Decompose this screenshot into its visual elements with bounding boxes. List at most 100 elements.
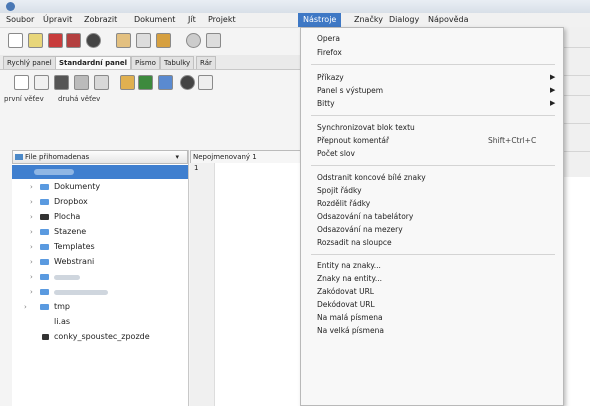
folder-icon bbox=[40, 184, 49, 190]
submenu-arrow-icon: ▶ bbox=[550, 99, 556, 107]
expand-arrow-icon[interactable]: › bbox=[30, 210, 33, 224]
menu-projekt[interactable]: Projekt bbox=[208, 15, 236, 24]
new-file-icon[interactable] bbox=[8, 33, 23, 48]
menu-item-znaky-na-entity[interactable]: Znaky na entity... bbox=[317, 274, 382, 283]
document-tab[interactable]: Nepojmenovaný 1 bbox=[190, 150, 304, 163]
image-icon[interactable] bbox=[138, 75, 153, 90]
menu-zobrazit[interactable]: Zobrazit bbox=[84, 15, 117, 24]
menu-item-prikazy[interactable]: Příkazy bbox=[317, 73, 344, 82]
tree-item-plocha[interactable]: › Plocha bbox=[12, 210, 188, 224]
menu-dialogy[interactable]: Dialogy bbox=[389, 15, 419, 24]
menu-item-spojit-radky[interactable]: Spojit řádky bbox=[317, 186, 362, 195]
menu-upravit[interactable]: Úpravit bbox=[43, 15, 72, 24]
tab-rar[interactable]: Rár bbox=[196, 56, 216, 69]
menu-napoveda[interactable]: Nápověda bbox=[428, 15, 469, 24]
menu-item-zakodovat-url[interactable]: Zakódovat URL bbox=[317, 287, 374, 296]
file-browser-panel: File přihomadenas ▾ › Dokumenty › Dropbox … bbox=[12, 150, 189, 406]
menu-item-firefox[interactable]: Firefox bbox=[317, 48, 342, 57]
menu-item-bitty[interactable]: Bitty bbox=[317, 99, 335, 108]
table-icon[interactable] bbox=[158, 75, 173, 90]
chevron-down-icon[interactable]: ▾ bbox=[175, 151, 179, 163]
tree-item-blurred-2[interactable]: › bbox=[12, 285, 188, 299]
replace-icon[interactable] bbox=[206, 33, 221, 48]
tree-item-label: Webstrani bbox=[54, 257, 95, 266]
save-as-icon[interactable] bbox=[66, 33, 81, 48]
menu-item-rozdelit-radky[interactable]: Rozdělit řádky bbox=[317, 199, 370, 208]
title-bar bbox=[0, 0, 590, 14]
menu-item-synchronizovat[interactable]: Synchronizovat blok textu bbox=[317, 123, 415, 132]
menu-znacky[interactable]: Značky bbox=[354, 15, 383, 24]
tree-item-stazene[interactable]: › Stazene bbox=[12, 225, 188, 239]
open-file-icon[interactable] bbox=[28, 33, 43, 48]
document-new-icon[interactable] bbox=[34, 75, 49, 90]
tree-item-label: conky_spoustec_zpozde bbox=[54, 332, 150, 341]
menu-item-prepnout-komentar[interactable]: Přepnout komentář bbox=[317, 136, 389, 145]
bookmark-druha-vetev[interactable]: druhá věťev bbox=[58, 95, 100, 103]
menu-item-entity-na-znaky[interactable]: Entity na znaky... bbox=[317, 261, 381, 270]
application-window: Soubor Úpravit Zobrazit Dokument Jít Pro… bbox=[0, 0, 590, 406]
expand-arrow-icon[interactable]: › bbox=[30, 225, 33, 239]
tree-item-blurred-1[interactable]: › bbox=[12, 270, 188, 284]
standard-toolbar bbox=[0, 72, 300, 92]
frame-icon[interactable] bbox=[74, 75, 89, 90]
wrap-icon[interactable] bbox=[120, 75, 135, 90]
tree-item-dropbox[interactable]: › Dropbox bbox=[12, 195, 188, 209]
paste-icon[interactable] bbox=[156, 33, 171, 48]
tree-item-templates[interactable]: › Templates bbox=[12, 240, 188, 254]
tab-rychly-panel[interactable]: Rychlý panel bbox=[3, 56, 56, 69]
menu-item-rozsadit-sloupce[interactable]: Rozsadit na sloupce bbox=[317, 238, 392, 247]
menu-item-panel-s-vystupem[interactable]: Panel s výstupem bbox=[317, 86, 383, 95]
close-icon[interactable] bbox=[86, 33, 101, 48]
tree-item-label: Templates bbox=[54, 242, 95, 251]
cut-icon[interactable] bbox=[116, 33, 131, 48]
text-icon[interactable] bbox=[94, 75, 109, 90]
tab-tabulky[interactable]: Tabulky bbox=[160, 56, 195, 69]
find-icon[interactable] bbox=[186, 33, 201, 48]
expand-arrow-icon[interactable]: › bbox=[30, 195, 33, 209]
menu-dokument[interactable]: Dokument bbox=[134, 15, 175, 24]
menu-nastroje[interactable]: Nástroje bbox=[298, 13, 342, 27]
tree-item-tmp[interactable]: › tmp bbox=[12, 300, 188, 314]
tree-root-selected[interactable] bbox=[12, 165, 188, 179]
expand-arrow-icon[interactable]: › bbox=[30, 255, 33, 269]
spreadsheet-icon[interactable] bbox=[198, 75, 213, 90]
app-icon[interactable] bbox=[6, 2, 15, 11]
folder-icon bbox=[40, 244, 49, 250]
menu-item-opera[interactable]: Opera bbox=[317, 34, 340, 43]
document-icon[interactable] bbox=[14, 75, 29, 90]
tab-standardni-panel[interactable]: Standardní panel bbox=[55, 56, 131, 69]
menu-item-odstranit-bile-znaky[interactable]: Odstranit koncové bílé znaky bbox=[317, 173, 426, 182]
menu-separator bbox=[311, 254, 555, 255]
nastroje-dropdown-menu: Opera Firefox Příkazy ▶ Panel s výstupem… bbox=[300, 27, 564, 406]
shortcut-label: Shift+Ctrl+C bbox=[488, 136, 537, 145]
menu-item-dekodovat-url[interactable]: Dekódovat URL bbox=[317, 300, 375, 309]
expand-arrow-icon[interactable]: › bbox=[30, 240, 33, 254]
tab-pismo[interactable]: Písmo bbox=[131, 56, 160, 69]
bookmark-prvni-vetev[interactable]: první věťev bbox=[4, 95, 44, 103]
copy-icon[interactable] bbox=[136, 33, 151, 48]
expand-arrow-icon[interactable]: › bbox=[30, 180, 33, 194]
menu-item-na-mala-pismena[interactable]: Na malá písmena bbox=[317, 313, 383, 322]
menu-item-na-velka-pismena[interactable]: Na velká písmena bbox=[317, 326, 384, 335]
expand-arrow-icon[interactable]: › bbox=[24, 300, 27, 314]
expand-arrow-icon[interactable]: › bbox=[30, 270, 33, 284]
menu-soubor[interactable]: Soubor bbox=[6, 15, 34, 24]
folder-icon bbox=[40, 274, 49, 280]
anchor-icon[interactable] bbox=[180, 75, 195, 90]
tree-item-label: Dokumenty bbox=[54, 182, 101, 191]
file-browser-header[interactable]: File přihomadenas ▾ bbox=[12, 150, 188, 164]
right-toolbar-area bbox=[564, 27, 590, 177]
tree-item-file-as[interactable]: li.as bbox=[12, 315, 188, 329]
menu-item-odsazovani-mezery[interactable]: Odsazování na mezery bbox=[317, 225, 403, 234]
blurred-label bbox=[54, 290, 108, 295]
font-a-icon[interactable] bbox=[54, 75, 69, 90]
tree-item-conky[interactable]: conky_spoustec_zpozde bbox=[12, 330, 188, 344]
menu-item-odsazovani-tabelatory[interactable]: Odsazování na tabelátory bbox=[317, 212, 413, 221]
tree-item-dokumenty[interactable]: › Dokumenty bbox=[12, 180, 188, 194]
menu-item-pocet-slov[interactable]: Počet slov bbox=[317, 149, 355, 158]
tree-item-webstrani[interactable]: › Webstrani bbox=[12, 255, 188, 269]
save-icon[interactable] bbox=[48, 33, 63, 48]
folder-icon bbox=[15, 154, 23, 160]
expand-arrow-icon[interactable]: › bbox=[30, 285, 33, 299]
menu-jit[interactable]: Jít bbox=[188, 15, 196, 24]
